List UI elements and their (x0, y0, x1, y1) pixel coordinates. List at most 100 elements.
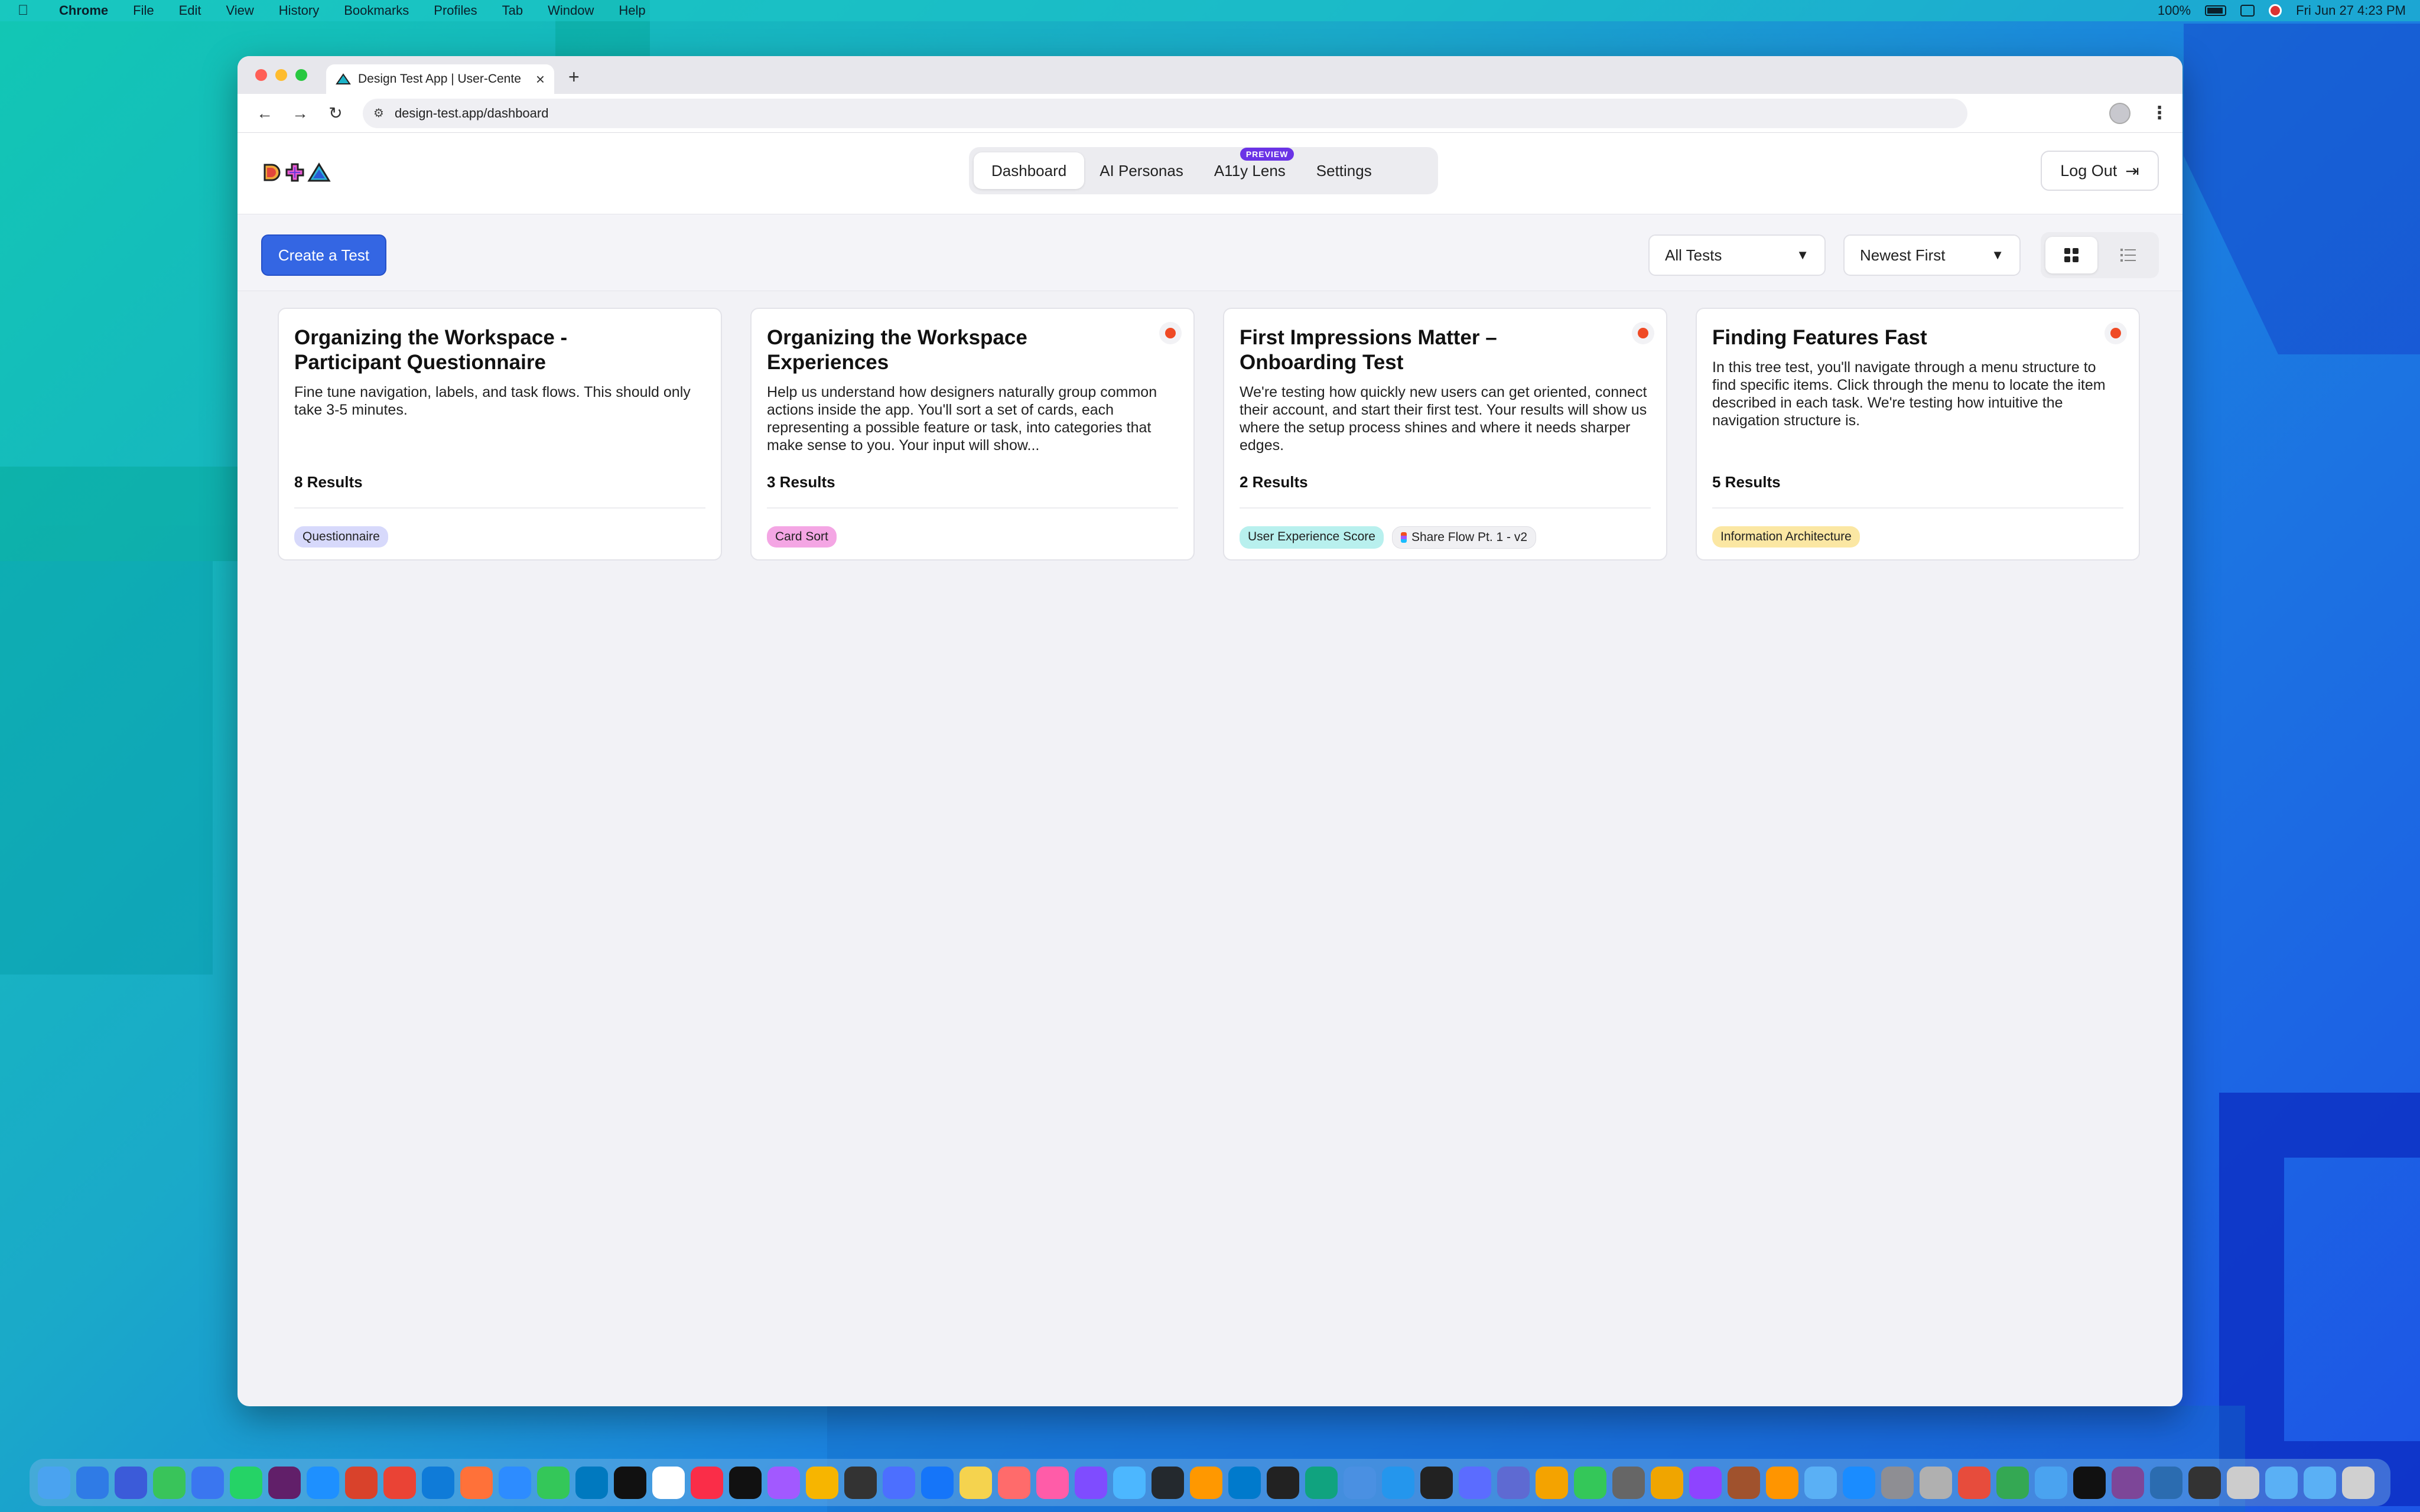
docker-icon[interactable] (1382, 1466, 1414, 1499)
affinity-icon[interactable] (345, 1466, 378, 1499)
menu-tab[interactable]: Tab (502, 3, 523, 18)
downloads-icon[interactable] (2304, 1466, 2336, 1499)
signal-icon[interactable] (191, 1466, 224, 1499)
github-icon[interactable] (1152, 1466, 1184, 1499)
create-test-button[interactable]: Create a Test (261, 234, 386, 276)
profile-avatar[interactable] (2109, 102, 2130, 124)
close-tab-icon[interactable]: × (536, 70, 545, 89)
user-status-icon[interactable] (2269, 4, 2282, 17)
chrome-icon[interactable] (383, 1466, 416, 1499)
site-settings-icon[interactable]: ⚙ (373, 106, 384, 120)
affinity-designer-icon[interactable] (1075, 1466, 1107, 1499)
tab-settings[interactable]: Settings (1301, 152, 1387, 189)
screenshot-icon[interactable] (1344, 1466, 1376, 1499)
test-card[interactable]: Organizing the Workspace - Participant Q… (278, 308, 722, 561)
photos-icon[interactable] (1651, 1466, 1683, 1499)
pdf-icon[interactable] (1958, 1466, 1990, 1499)
minimize-window-button[interactable] (275, 69, 287, 81)
sketch-icon[interactable] (806, 1466, 838, 1499)
menu-edit[interactable]: Edit (179, 3, 201, 18)
safari-icon[interactable] (307, 1466, 339, 1499)
new-tab-icon[interactable]: + (568, 66, 580, 88)
slack-icon[interactable] (268, 1466, 301, 1499)
menu-app-name[interactable]: Chrome (59, 3, 108, 18)
menu-file[interactable]: File (133, 3, 154, 18)
close-window-button[interactable] (255, 69, 267, 81)
pages-icon[interactable] (1536, 1466, 1568, 1499)
tab-ai-personas[interactable]: AI Personas (1084, 152, 1199, 189)
more-menu-icon[interactable]: ⋮ (2151, 103, 2168, 123)
terminal-icon[interactable] (1420, 1466, 1453, 1499)
calendar-icon[interactable] (652, 1466, 685, 1499)
affinity-photo-icon[interactable] (1113, 1466, 1146, 1499)
test-card[interactable]: Finding Features Fast In this tree test,… (1696, 308, 2140, 561)
battery-icon[interactable] (2205, 5, 2227, 16)
tv-icon[interactable] (729, 1466, 762, 1499)
keychain-icon[interactable] (1920, 1466, 1952, 1499)
back-icon[interactable]: ← (252, 104, 278, 123)
xcode-icon[interactable] (921, 1466, 954, 1499)
app-logo[interactable] (262, 162, 331, 183)
notion2-icon[interactable] (2073, 1466, 2106, 1499)
notion-icon[interactable] (614, 1466, 646, 1499)
screen-icon[interactable] (2188, 1466, 2221, 1499)
trash-icon[interactable] (2342, 1466, 2375, 1499)
folder-icon[interactable] (2265, 1466, 2298, 1499)
menu-view[interactable]: View (226, 3, 254, 18)
home-icon[interactable] (1766, 1466, 1798, 1499)
sublime-icon[interactable] (1190, 1466, 1222, 1499)
facetime-icon[interactable] (537, 1466, 570, 1499)
calculator-icon[interactable] (1612, 1466, 1645, 1499)
music-icon[interactable] (691, 1466, 723, 1499)
apple-icon[interactable]:  (18, 2, 28, 19)
shapes-icon[interactable] (1036, 1466, 1069, 1499)
zoom-icon[interactable] (499, 1466, 531, 1499)
preview-icon[interactable] (1804, 1466, 1837, 1499)
tab-dashboard[interactable]: Dashboard (974, 152, 1085, 189)
settings-icon[interactable] (1881, 1466, 1914, 1499)
mail-icon[interactable] (76, 1466, 109, 1499)
notes-icon[interactable] (959, 1466, 992, 1499)
forward-icon[interactable]: → (287, 104, 313, 123)
firefox-icon[interactable] (460, 1466, 493, 1499)
test-filter-select[interactable]: All Tests ▼ (1648, 234, 1826, 276)
figma-icon[interactable] (767, 1466, 800, 1499)
clock[interactable]: Fri Jun 27 4:23 PM (2296, 3, 2406, 18)
finder-icon[interactable] (38, 1466, 70, 1499)
test-card[interactable]: Organizing the Workspace Experiences Hel… (750, 308, 1195, 561)
tor-icon[interactable] (2112, 1466, 2144, 1499)
finder2-icon[interactable] (2035, 1466, 2067, 1499)
whatsapp-icon[interactable] (230, 1466, 262, 1499)
vscode-icon[interactable] (1228, 1466, 1261, 1499)
chatgpt-icon[interactable] (1305, 1466, 1338, 1499)
drive-icon[interactable] (1996, 1466, 2029, 1499)
browser-tab[interactable]: Design Test App | User-Cente × (326, 64, 554, 94)
zoom-window-button[interactable] (295, 69, 307, 81)
sort-select[interactable]: Newest First ▼ (1843, 234, 2021, 276)
tab-a11y-lens[interactable]: A11y Lens PREVIEW (1199, 148, 1301, 189)
window-icon[interactable] (2227, 1466, 2259, 1499)
logout-button[interactable]: Log Out ⇥ (2041, 151, 2159, 191)
mail-blue-icon[interactable] (115, 1466, 147, 1499)
menu-bookmarks[interactable]: Bookmarks (344, 3, 409, 18)
menu-profiles[interactable]: Profiles (434, 3, 477, 18)
trello-icon[interactable] (575, 1466, 608, 1499)
menu-help[interactable]: Help (619, 3, 645, 18)
archive-icon[interactable] (1728, 1466, 1760, 1499)
menu-history[interactable]: History (279, 3, 319, 18)
messages-icon[interactable] (153, 1466, 186, 1499)
linear-icon[interactable] (1497, 1466, 1530, 1499)
terminal-app-icon[interactable] (1267, 1466, 1299, 1499)
control-center-icon[interactable] (2240, 5, 2255, 17)
layers-icon[interactable] (1459, 1466, 1491, 1499)
podcasts-icon[interactable] (1689, 1466, 1722, 1499)
edge-icon[interactable] (422, 1466, 454, 1499)
list-view-button[interactable] (2102, 237, 2154, 273)
clips-icon[interactable] (998, 1466, 1030, 1499)
numbers-icon[interactable] (1574, 1466, 1606, 1499)
library-icon[interactable] (2150, 1466, 2182, 1499)
appstore-icon[interactable] (1843, 1466, 1875, 1499)
fontforge-icon[interactable] (844, 1466, 877, 1499)
address-bar[interactable]: ⚙ design-test.app/dashboard (363, 98, 1967, 128)
menu-window[interactable]: Window (548, 3, 594, 18)
